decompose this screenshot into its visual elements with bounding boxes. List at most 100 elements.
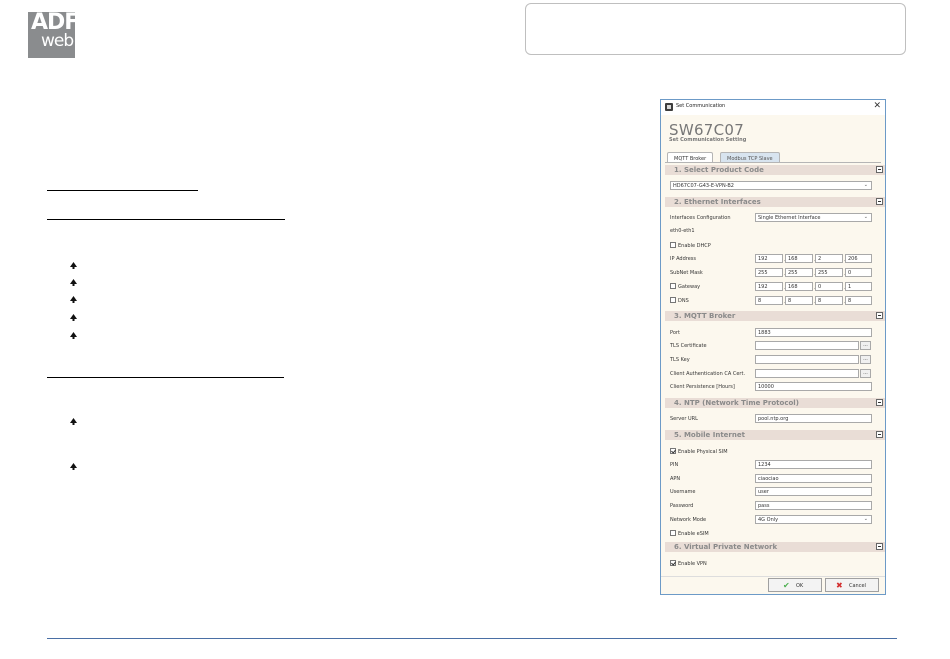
mask-octet-4[interactable]: 0 xyxy=(845,268,872,277)
tls-certificate-input[interactable] xyxy=(755,341,859,350)
ip-octet-4[interactable]: 206 xyxy=(845,254,872,263)
section-header-ethernet[interactable]: 2. Ethernet Interfaces xyxy=(665,197,885,207)
collapse-icon[interactable] xyxy=(876,543,883,550)
physical-sim-checkbox[interactable] xyxy=(670,448,676,454)
section-header-product-code[interactable]: 1. Select Product Code xyxy=(665,165,885,175)
bullet-icon xyxy=(70,332,77,339)
chevron-down-icon: ⌄ xyxy=(863,516,868,522)
ca-cert-input[interactable] xyxy=(755,369,859,378)
section-title: 2. Ethernet Interfaces xyxy=(674,198,761,206)
bullet-icon xyxy=(70,314,77,321)
collapse-icon[interactable] xyxy=(876,166,883,173)
username-label: Username xyxy=(670,489,696,495)
interfaces-config-value: Single Ethernet Interface xyxy=(758,215,821,221)
section-title: 1. Select Product Code xyxy=(674,166,764,174)
tls-key-browse-button[interactable]: ... xyxy=(860,355,871,364)
cancel-button[interactable]: ✖ Cancel xyxy=(825,578,879,592)
separator-line xyxy=(47,377,284,378)
subnet-mask-label: SubNet Mask xyxy=(670,270,703,276)
app-icon xyxy=(665,103,673,111)
cancel-button-label: Cancel xyxy=(849,583,866,589)
header-box xyxy=(525,3,906,55)
ok-button[interactable]: ✔ OK xyxy=(768,578,822,592)
dhcp-label: Enable DHCP xyxy=(678,243,711,249)
pin-input[interactable]: 1234 xyxy=(755,460,872,469)
section-title: 3. MQTT Broker xyxy=(674,312,736,320)
port-input[interactable]: 1883 xyxy=(755,328,872,337)
bullet-icon xyxy=(70,262,77,269)
collapse-icon[interactable] xyxy=(876,399,883,406)
dns-label: DNS xyxy=(678,298,689,304)
separator-line xyxy=(47,219,285,220)
section-header-mqtt-broker[interactable]: 3. MQTT Broker xyxy=(665,311,885,321)
interfaces-config-select[interactable]: Single Ethernet Interface ⌄ xyxy=(755,213,872,222)
port-label: Port xyxy=(670,330,680,336)
collapse-icon[interactable] xyxy=(876,431,883,438)
ca-cert-browse-button[interactable]: ... xyxy=(860,369,871,378)
ip-octet-1[interactable]: 192 xyxy=(755,254,783,263)
apn-label: APN xyxy=(670,476,681,482)
server-url-label: Server URL xyxy=(670,416,698,422)
section-header-mobile-internet[interactable]: 5. Mobile Internet xyxy=(665,430,885,440)
dns-octet-2[interactable]: 8 xyxy=(785,296,813,305)
vpn-checkbox[interactable] xyxy=(670,560,676,566)
client-persistence-input[interactable]: 10000 xyxy=(755,382,872,391)
gateway-octet-1[interactable]: 192 xyxy=(755,282,783,291)
collapse-icon[interactable] xyxy=(876,198,883,205)
dns-octet-1[interactable]: 8 xyxy=(755,296,783,305)
apn-input[interactable]: ciaociao xyxy=(755,474,872,483)
collapse-icon[interactable] xyxy=(876,312,883,319)
checkmark-icon: ✔ xyxy=(783,581,790,590)
password-input[interactable]: pass xyxy=(755,501,872,510)
dns-checkbox[interactable] xyxy=(670,297,676,303)
tls-key-input[interactable] xyxy=(755,355,859,364)
chevron-down-icon: ⌄ xyxy=(863,182,868,188)
cancel-x-icon: ✖ xyxy=(836,581,843,590)
dialog-titlebar: Set Communication ✕ xyxy=(661,100,885,115)
section-header-ntp[interactable]: 4. NTP (Network Time Protocol) xyxy=(665,398,885,408)
ip-address-label: IP Address xyxy=(670,256,696,262)
username-input[interactable]: user xyxy=(755,487,872,496)
client-persistence-label: Client Persistence [Hours] xyxy=(670,384,735,390)
dns-octet-3[interactable]: 8 xyxy=(815,296,843,305)
close-icon[interactable]: ✕ xyxy=(873,101,881,111)
physical-sim-label: Enable Physical SIM xyxy=(678,449,728,455)
section-title: 4. NTP (Network Time Protocol) xyxy=(674,399,799,407)
dialog-body: SW67C07 Set Communication Setting MQTT B… xyxy=(661,115,885,594)
dialog-title: Set Communication xyxy=(676,103,726,109)
mask-octet-1[interactable]: 255 xyxy=(755,268,783,277)
section-header-vpn[interactable]: 6. Virtual Private Network xyxy=(665,542,885,552)
gateway-checkbox[interactable] xyxy=(670,283,676,289)
bullet-icon xyxy=(70,463,77,470)
manual-page: ADF web Set Communication ✕ SW67C07 Set … xyxy=(0,0,950,659)
dialog-footer-divider xyxy=(661,576,885,577)
dns-octet-4[interactable]: 8 xyxy=(845,296,872,305)
pin-label: PIN xyxy=(670,462,679,468)
bullet-icon xyxy=(70,418,77,425)
ip-octet-2[interactable]: 168 xyxy=(785,254,813,263)
network-mode-value: 4G Only xyxy=(758,517,779,523)
product-code-select[interactable]: HD67C07-G43-E-VPN-B2 ⌄ xyxy=(670,181,872,190)
interfaces-config-label: Interfaces Configuration xyxy=(670,215,731,221)
eth-interface-label: eth0-eth1 xyxy=(670,228,695,234)
ip-octet-3[interactable]: 2 xyxy=(815,254,843,263)
esim-checkbox[interactable] xyxy=(670,530,676,536)
gateway-octet-2[interactable]: 168 xyxy=(785,282,813,291)
esim-label: Enable eSIM xyxy=(678,531,709,537)
gateway-octet-3[interactable]: 0 xyxy=(815,282,843,291)
gateway-octet-4[interactable]: 1 xyxy=(845,282,872,291)
ok-button-label: OK xyxy=(796,583,804,589)
footer-line xyxy=(47,638,897,639)
gateway-label: Gateway xyxy=(678,284,701,290)
dhcp-checkbox[interactable] xyxy=(670,242,676,248)
logo-text-web: web xyxy=(41,31,74,51)
adfweb-logo: ADF web xyxy=(28,10,79,58)
network-mode-select[interactable]: 4G Only ⌄ xyxy=(755,515,872,524)
chevron-down-icon: ⌄ xyxy=(863,214,868,220)
mask-octet-3[interactable]: 255 xyxy=(815,268,843,277)
section-title: 5. Mobile Internet xyxy=(674,431,745,439)
server-url-input[interactable]: pool.ntp.org xyxy=(755,414,872,423)
section-title: 6. Virtual Private Network xyxy=(674,543,778,551)
tls-certificate-browse-button[interactable]: ... xyxy=(860,341,871,350)
mask-octet-2[interactable]: 255 xyxy=(785,268,813,277)
